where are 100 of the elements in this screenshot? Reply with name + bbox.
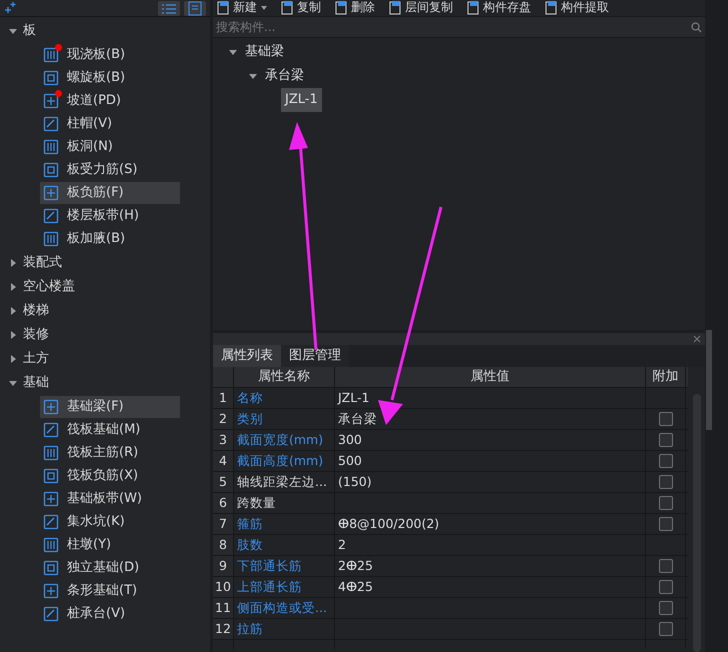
caret-icon[interactable] bbox=[9, 331, 17, 339]
close-icon[interactable] bbox=[693, 335, 701, 343]
checkbox[interactable] bbox=[658, 559, 672, 573]
tree-node[interactable]: JZL-1 bbox=[281, 88, 322, 112]
component-item[interactable]: 桩承台(V) bbox=[40, 603, 180, 625]
document-icon bbox=[335, 0, 347, 14]
category-label[interactable]: 装配式 bbox=[23, 253, 62, 273]
component-icon bbox=[43, 208, 59, 224]
category-label[interactable]: 装修 bbox=[23, 325, 49, 345]
category-label[interactable]: 空心楼盖 bbox=[23, 277, 75, 297]
table-cell: ⴲ8@100/200(2) bbox=[335, 514, 646, 534]
tree-node[interactable]: 承台梁 bbox=[261, 64, 308, 88]
category-label[interactable]: 楼梯 bbox=[23, 301, 49, 321]
caret-icon[interactable] bbox=[9, 27, 17, 35]
component-icon bbox=[43, 70, 59, 86]
component-icon bbox=[43, 399, 59, 415]
checkbox[interactable] bbox=[658, 496, 672, 510]
caret-icon[interactable] bbox=[249, 72, 257, 80]
toolbar-button[interactable]: 构件提取 bbox=[545, 0, 609, 15]
search-field[interactable]: 搜索构件... bbox=[216, 18, 616, 36]
search-icon[interactable] bbox=[691, 22, 702, 32]
checkbox[interactable] bbox=[658, 601, 672, 615]
component-icon bbox=[43, 445, 59, 461]
table-cell: 截面高度(mm) bbox=[234, 451, 335, 471]
component-item[interactable]: 筏板主筋(R) bbox=[40, 442, 180, 464]
column-header[interactable]: 附加 bbox=[646, 367, 686, 387]
row-number: 1 bbox=[213, 388, 234, 408]
column-header[interactable]: 属性名称 bbox=[234, 367, 335, 387]
caret-icon[interactable] bbox=[9, 379, 17, 387]
component-item[interactable]: 筏板基础(M) bbox=[40, 419, 180, 441]
component-item[interactable]: 板受力筋(S) bbox=[40, 159, 180, 181]
table-cell: (150) bbox=[335, 472, 646, 492]
row-number: 4 bbox=[213, 451, 234, 471]
table-cell: 类别 bbox=[234, 409, 335, 429]
table-cell: 300 bbox=[335, 430, 646, 450]
list-view-icon[interactable] bbox=[158, 0, 180, 16]
component-icon bbox=[43, 491, 59, 507]
checkbox[interactable] bbox=[658, 622, 672, 636]
document-icon bbox=[217, 0, 229, 14]
category-label[interactable]: 基础 bbox=[23, 373, 49, 393]
component-item[interactable]: 螺旋板(B) bbox=[40, 67, 180, 89]
caret-icon[interactable] bbox=[261, 6, 267, 10]
table-cell: 500 bbox=[335, 451, 646, 471]
add-icon[interactable] bbox=[4, 2, 16, 14]
table-cell: 肢数 bbox=[234, 535, 335, 555]
component-item[interactable]: 坡道(PD) bbox=[40, 90, 180, 112]
table-cell: 截面宽度(mm) bbox=[234, 430, 335, 450]
caret-icon[interactable] bbox=[9, 283, 17, 291]
table-cell: 名称 bbox=[234, 388, 335, 408]
caret-icon[interactable] bbox=[9, 307, 17, 315]
detail-view-icon[interactable] bbox=[184, 0, 206, 16]
component-icon bbox=[43, 116, 59, 132]
component-item[interactable]: 筏板负筋(X) bbox=[40, 465, 180, 487]
component-item[interactable]: 现浇板(B) bbox=[40, 44, 180, 66]
component-item[interactable]: 基础板带(W) bbox=[40, 488, 180, 510]
component-item[interactable]: 板洞(N) bbox=[40, 136, 180, 158]
row-number: 9 bbox=[213, 556, 234, 576]
table-cell: 跨数量 bbox=[234, 493, 335, 513]
scrollbar[interactable] bbox=[706, 330, 712, 430]
category-label[interactable]: 土方 bbox=[23, 349, 49, 369]
document-icon bbox=[281, 0, 293, 14]
tree-node[interactable]: 基础梁 bbox=[241, 40, 288, 64]
component-item[interactable]: 柱墩(Y) bbox=[40, 534, 180, 556]
component-item[interactable]: 柱帽(V) bbox=[40, 113, 180, 135]
caret-icon[interactable] bbox=[9, 259, 17, 267]
panel-tab[interactable]: 图层管理 bbox=[281, 345, 349, 367]
toolbar-button[interactable]: 复制 bbox=[281, 0, 321, 15]
column-header[interactable]: 属性值 bbox=[335, 367, 646, 387]
document-icon bbox=[467, 0, 479, 14]
checkbox[interactable] bbox=[658, 454, 672, 468]
component-icon bbox=[43, 93, 59, 109]
component-icon bbox=[43, 422, 59, 438]
component-item[interactable]: 条形基础(T) bbox=[40, 580, 180, 602]
checkbox[interactable] bbox=[658, 412, 672, 426]
component-item[interactable]: 集水坑(K) bbox=[40, 511, 180, 533]
component-item[interactable]: 基础梁(F) bbox=[40, 396, 180, 418]
checkbox[interactable] bbox=[658, 517, 672, 531]
table-cell: 下部通长筋 bbox=[234, 556, 335, 576]
search-bar[interactable]: 搜索构件... bbox=[213, 16, 705, 38]
component-icon bbox=[43, 583, 59, 599]
component-item[interactable]: 板加腋(B) bbox=[40, 228, 180, 250]
caret-icon[interactable] bbox=[9, 355, 17, 363]
panel-tab[interactable]: 属性列表 bbox=[213, 345, 281, 367]
toolbar-button[interactable]: 层间复制 bbox=[389, 0, 453, 15]
component-item[interactable]: 独立基础(D) bbox=[40, 557, 180, 579]
document-icon bbox=[389, 0, 401, 14]
toolbar-button[interactable]: 新建 bbox=[217, 0, 267, 15]
category-label[interactable]: 板 bbox=[23, 21, 36, 41]
document-icon bbox=[545, 0, 557, 14]
toolbar-button[interactable]: 删除 bbox=[335, 0, 375, 15]
checkbox[interactable] bbox=[658, 475, 672, 489]
component-item[interactable]: 板负筋(F) bbox=[40, 182, 180, 204]
row-number: 6 bbox=[213, 493, 234, 513]
checkbox[interactable] bbox=[658, 580, 672, 594]
caret-icon[interactable] bbox=[229, 48, 237, 56]
table-cell: 上部通长筋 bbox=[234, 577, 335, 597]
table-cell: 2 bbox=[335, 535, 646, 555]
toolbar-button[interactable]: 构件存盘 bbox=[467, 0, 531, 15]
checkbox[interactable] bbox=[658, 433, 672, 447]
component-item[interactable]: 楼层板带(H) bbox=[40, 205, 180, 227]
